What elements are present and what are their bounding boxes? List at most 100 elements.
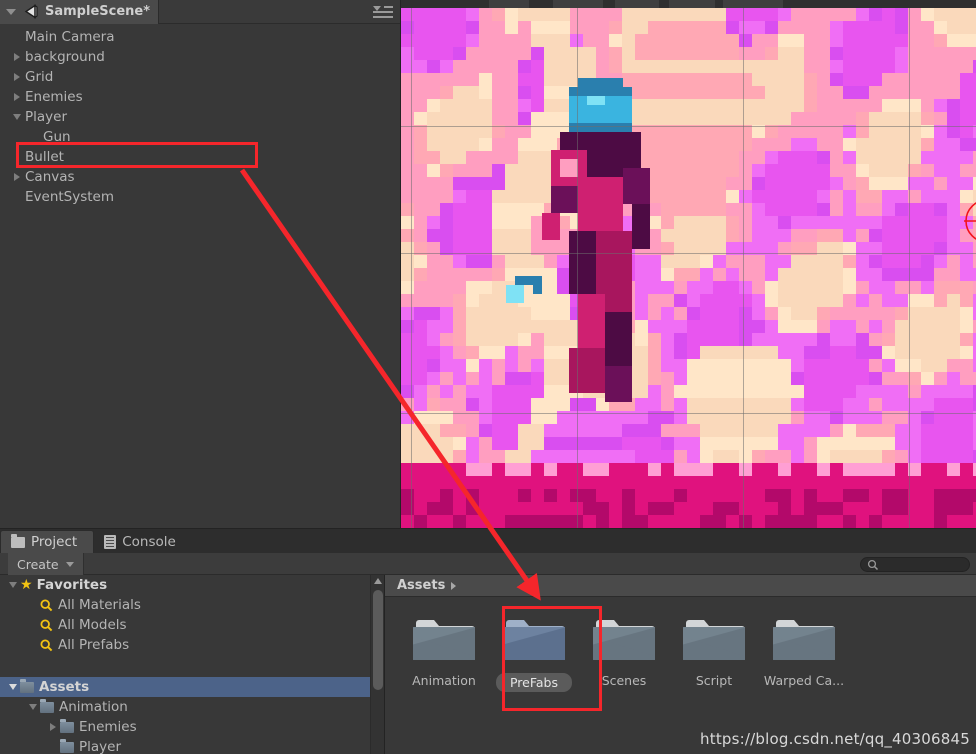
scroll-up-arrow-icon[interactable] <box>374 578 382 584</box>
chevron-down-icon[interactable] <box>6 684 20 690</box>
chevron-right-icon[interactable] <box>46 723 60 731</box>
hierarchy-item-label: Enemies <box>25 89 83 105</box>
project-tree-item-label: All Materials <box>58 597 141 613</box>
tab-project-label: Project <box>31 534 78 550</box>
breadcrumb-root[interactable]: Assets <box>397 578 445 593</box>
hierarchy-tab-label: SampleScene* <box>45 4 151 19</box>
tab-console-label: Console <box>122 533 176 550</box>
project-tree-item-player[interactable]: Player <box>0 737 384 754</box>
create-button-label: Create <box>17 556 59 572</box>
scene-canvas[interactable] <box>401 8 976 528</box>
console-icon <box>104 534 117 549</box>
folder-icon <box>501 611 567 663</box>
chevron-right-icon[interactable] <box>10 73 23 81</box>
watermark-text: https://blog.csdn.net/qq_40306845 <box>700 730 970 748</box>
hierarchy-panel: SampleScene* Main Camera background Grid En… <box>0 0 401 528</box>
chevron-right-icon[interactable] <box>10 93 23 101</box>
search-icon <box>867 559 879 570</box>
project-tree-item-all-prefabs[interactable]: All Prefabs <box>0 635 384 655</box>
hierarchy-item-gun[interactable]: Gun <box>0 127 400 147</box>
project-tabbar: Project Console <box>0 529 976 553</box>
hierarchy-item-label: Canvas <box>25 169 75 185</box>
search-icon <box>40 598 53 611</box>
tab-project[interactable]: Project <box>0 530 95 553</box>
folder-icon <box>40 698 54 713</box>
asset-item-animation[interactable]: Animation <box>399 611 489 692</box>
project-toolbar: Create <box>0 553 976 575</box>
search-icon <box>40 638 53 651</box>
folder-icon <box>20 678 34 693</box>
project-tree-item-label: Enemies <box>79 719 137 735</box>
project-tree-item-animation[interactable]: Animation <box>0 697 384 717</box>
hierarchy-item-player[interactable]: Player <box>0 107 400 127</box>
asset-item-label: Scenes <box>601 673 647 688</box>
asset-item-script[interactable]: Script <box>669 611 759 692</box>
tab-console[interactable]: Console <box>94 530 192 553</box>
folder-icon <box>11 533 25 548</box>
project-tree-item-favorites[interactable]: ★ Favorites <box>0 575 384 595</box>
hierarchy-item-label: background <box>25 49 105 65</box>
hierarchy-item-label: Bullet <box>25 149 64 165</box>
project-tree-item-label: Player <box>79 739 122 754</box>
unity-editor-window: SampleScene* Main Camera background Grid En… <box>0 0 976 754</box>
tab-sample-scene[interactable]: SampleScene* <box>0 0 160 24</box>
chevron-down-icon[interactable] <box>6 582 20 588</box>
create-button[interactable]: Create <box>8 553 84 575</box>
project-tree-item-label: Assets <box>39 679 90 695</box>
project-tree-item-assets[interactable]: Assets <box>0 677 384 697</box>
folder-icon <box>60 738 74 753</box>
project-tree[interactable]: ★ Favorites All Materials All Models All Pre… <box>0 575 385 754</box>
project-tree-item-enemies[interactable]: Enemies <box>0 717 384 737</box>
hierarchy-item-eventsystem[interactable]: EventSystem <box>0 187 400 207</box>
crosshair-gizmo-icon <box>964 202 976 240</box>
project-panel: Project Console Create ★ Favorites All M… <box>0 528 976 754</box>
hierarchy-item-bullet[interactable]: Bullet <box>0 147 400 167</box>
project-tree-scrollbar[interactable] <box>370 575 384 754</box>
chevron-down-icon[interactable] <box>26 704 40 710</box>
hierarchy-item-canvas[interactable]: Canvas <box>0 167 400 187</box>
hamburger-menu-icon[interactable] <box>373 6 393 19</box>
hierarchy-tabbar: SampleScene* <box>0 0 400 24</box>
project-tree-item-label: Favorites <box>36 577 108 593</box>
search-field[interactable] <box>860 557 970 572</box>
folder-icon <box>591 611 657 663</box>
hierarchy-item-background[interactable]: background <box>0 47 400 67</box>
project-tree-item-blank <box>0 655 384 677</box>
chevron-right-icon[interactable] <box>10 53 23 61</box>
breadcrumb: Assets <box>385 575 976 597</box>
chevron-down-icon[interactable] <box>10 114 23 120</box>
chevron-right-icon <box>451 581 457 590</box>
scene-view[interactable] <box>401 0 976 528</box>
asset-item-scenes[interactable]: Scenes <box>579 611 669 692</box>
hierarchy-item-label: Gun <box>43 129 71 145</box>
star-icon: ★ <box>20 577 33 593</box>
hierarchy-item-enemies[interactable]: Enemies <box>0 87 400 107</box>
search-input[interactable] <box>883 558 963 571</box>
project-tree-item-label: All Prefabs <box>58 637 130 653</box>
folder-icon <box>60 718 74 733</box>
asset-item-warped-ca[interactable]: Warped Ca... <box>759 611 849 692</box>
scene-toolbar-strip <box>401 0 976 8</box>
chevron-down-icon[interactable] <box>6 8 16 15</box>
hierarchy-item-label: Main Camera <box>25 29 115 45</box>
unity-logo-icon <box>24 4 39 19</box>
hierarchy-item-label: Grid <box>25 69 54 85</box>
project-body: ★ Favorites All Materials All Models All Pre… <box>0 575 976 754</box>
hierarchy-item-main-camera[interactable]: Main Camera <box>0 27 400 47</box>
project-tree-item-all-models[interactable]: All Models <box>0 615 384 635</box>
hierarchy-item-label: Player <box>25 109 68 125</box>
asset-item-label: PreFabs <box>495 673 573 692</box>
asset-item-prefabs[interactable]: PreFabs <box>489 611 579 692</box>
folder-icon <box>411 611 477 663</box>
hierarchy-item-label: EventSystem <box>25 189 115 205</box>
project-tree-item-label: Animation <box>59 699 128 715</box>
chevron-down-icon <box>65 561 74 567</box>
chevron-right-icon[interactable] <box>10 173 23 181</box>
asset-item-label: Script <box>695 673 733 688</box>
search-icon <box>40 618 53 631</box>
scrollbar-thumb[interactable] <box>373 590 383 690</box>
project-tree-item-all-materials[interactable]: All Materials <box>0 595 384 615</box>
assets-pane: Assets Animation PreFabs Scenes Script Warpe… <box>385 575 976 754</box>
folder-icon <box>771 611 837 663</box>
hierarchy-item-grid[interactable]: Grid <box>0 67 400 87</box>
